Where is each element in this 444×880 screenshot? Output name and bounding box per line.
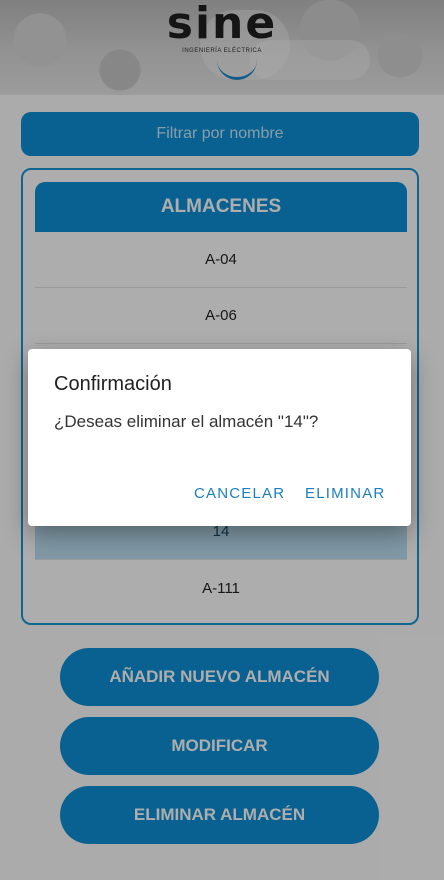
confirmation-dialog: Confirmación ¿Deseas eliminar el almacén…: [28, 349, 411, 526]
cancel-button[interactable]: CANCELAR: [194, 485, 285, 502]
dialog-message: ¿Deseas eliminar el almacén "14"?: [54, 412, 319, 431]
screen: sine INGENIERÍA ELÉCTRICA ALMACENES A-04…: [0, 0, 444, 880]
dialog-title: Confirmación: [54, 373, 172, 395]
confirm-delete-button[interactable]: ELIMINAR: [305, 485, 385, 502]
